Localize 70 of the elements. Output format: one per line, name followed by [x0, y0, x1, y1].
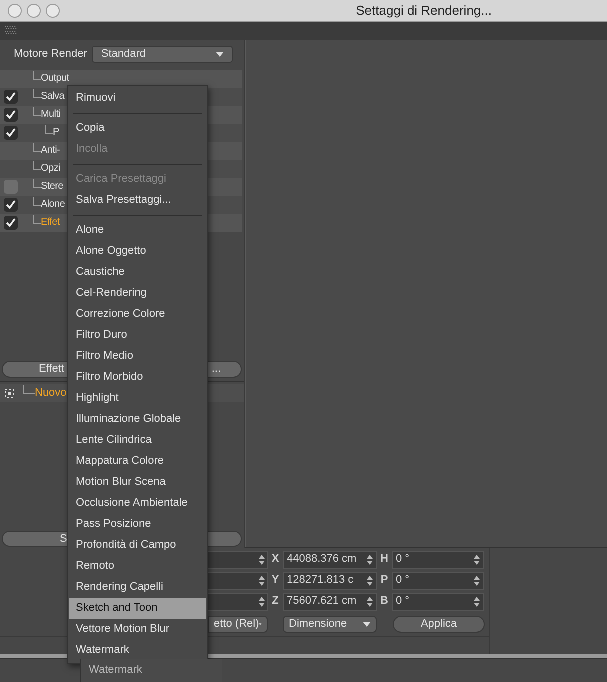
mode-dropdown[interactable]: etto (Rel) — [208, 616, 268, 632]
coordinate-field[interactable]: 44088.376 cm — [283, 550, 377, 568]
menu-item[interactable]: Cel-Rendering — [69, 283, 206, 304]
menu-item[interactable]: Caustiche — [69, 262, 206, 283]
axis-label: H — [380, 552, 390, 568]
spinner-icon[interactable] — [474, 554, 480, 564]
menu-item[interactable]: Sketch and Toon — [69, 598, 206, 619]
menu-item[interactable]: Watermark — [69, 640, 206, 661]
menu-item[interactable]: Rimuovi — [69, 88, 206, 109]
tree-item[interactable]: Salva — [41, 92, 65, 102]
menu-item[interactable]: Rendering Capelli — [69, 577, 206, 598]
tree-item[interactable]: Multi — [41, 110, 61, 120]
tree-item[interactable]: P — [53, 128, 60, 138]
spinner-icon[interactable] — [259, 576, 265, 586]
spinner-icon[interactable] — [474, 596, 480, 606]
render-engine-dropdown[interactable]: Standard — [92, 46, 234, 62]
checkbox[interactable] — [4, 126, 18, 140]
spinner-icon[interactable] — [367, 554, 373, 564]
axis-label: Z — [271, 594, 280, 610]
tree-item[interactable]: Anti- — [41, 146, 60, 156]
angle-field[interactable]: 0 ° — [392, 550, 484, 568]
coordinate-field[interactable]: 128271.813 c — [283, 572, 377, 590]
menu-item[interactable]: Remoto — [69, 556, 206, 577]
axis-label: Y — [270, 573, 280, 588]
tree-item[interactable]: Alone — [41, 200, 66, 210]
checkbox[interactable] — [4, 180, 18, 194]
spinner-icon[interactable] — [259, 554, 265, 564]
axis-label: P — [380, 573, 390, 588]
axis-label: B — [380, 594, 390, 610]
checkbox[interactable] — [4, 198, 18, 212]
tree-item[interactable]: Opzi — [41, 164, 60, 174]
menu-item[interactable]: Correzione Colore — [69, 304, 206, 325]
tree-item[interactable]: Stere — [41, 182, 64, 192]
menu-item[interactable]: Filtro Morbido — [69, 367, 206, 388]
menu-item[interactable]: Salva Presettaggi... — [69, 190, 206, 211]
menu-item[interactable]: Alone Oggetto — [69, 241, 206, 262]
menu-item[interactable]: Alone — [69, 220, 206, 241]
menu-item[interactable]: Filtro Duro — [69, 325, 206, 346]
menu-item[interactable]: Vettore Motion Blur — [69, 619, 206, 640]
checkbox[interactable] — [4, 108, 18, 122]
menu-item[interactable]: Motion Blur Scena — [69, 472, 206, 493]
tree-item[interactable]: Output — [41, 74, 70, 84]
apply-button[interactable]: Applica — [393, 616, 485, 632]
angle-field[interactable]: 0 ° — [392, 592, 484, 610]
menu-item[interactable]: Highlight — [69, 388, 206, 409]
spinner-icon[interactable] — [474, 576, 480, 586]
caret-icon — [216, 52, 224, 56]
menu-item[interactable]: Profondità di Campo — [69, 535, 206, 556]
menu-item[interactable]: Lente Cilindrica — [69, 430, 206, 451]
checkbox[interactable] — [4, 216, 18, 230]
target-icon — [5, 388, 14, 398]
menu-item[interactable]: Mappatura Colore — [69, 451, 206, 472]
menu-item[interactable]: Pass Posizione — [69, 514, 206, 535]
checkbox[interactable] — [4, 90, 18, 104]
axis-label: X — [270, 552, 280, 568]
menu-item[interactable]: Copia — [69, 118, 206, 139]
caret-icon — [363, 622, 371, 626]
window-title: Settaggi di Rendering... — [356, 2, 492, 20]
spinner-icon[interactable] — [367, 596, 373, 606]
mode-dropdown[interactable]: Dimensione — [283, 616, 377, 632]
effect-item[interactable]: Nuovo — [35, 384, 67, 402]
menu-item[interactable]: Occlusione Ambientale — [69, 493, 206, 514]
tree-item[interactable]: Effet — [41, 218, 60, 228]
menu-item[interactable]: Illuminazione Globale — [69, 409, 206, 430]
coordinate-field[interactable]: 75607.621 cm — [283, 592, 377, 610]
render-engine-label: Motore Render — [14, 46, 88, 62]
spinner-icon[interactable] — [367, 576, 373, 586]
spinner-icon[interactable] — [259, 596, 265, 606]
menu-item[interactable]: Filtro Medio — [69, 346, 206, 367]
angle-field[interactable]: 0 ° — [392, 572, 484, 590]
